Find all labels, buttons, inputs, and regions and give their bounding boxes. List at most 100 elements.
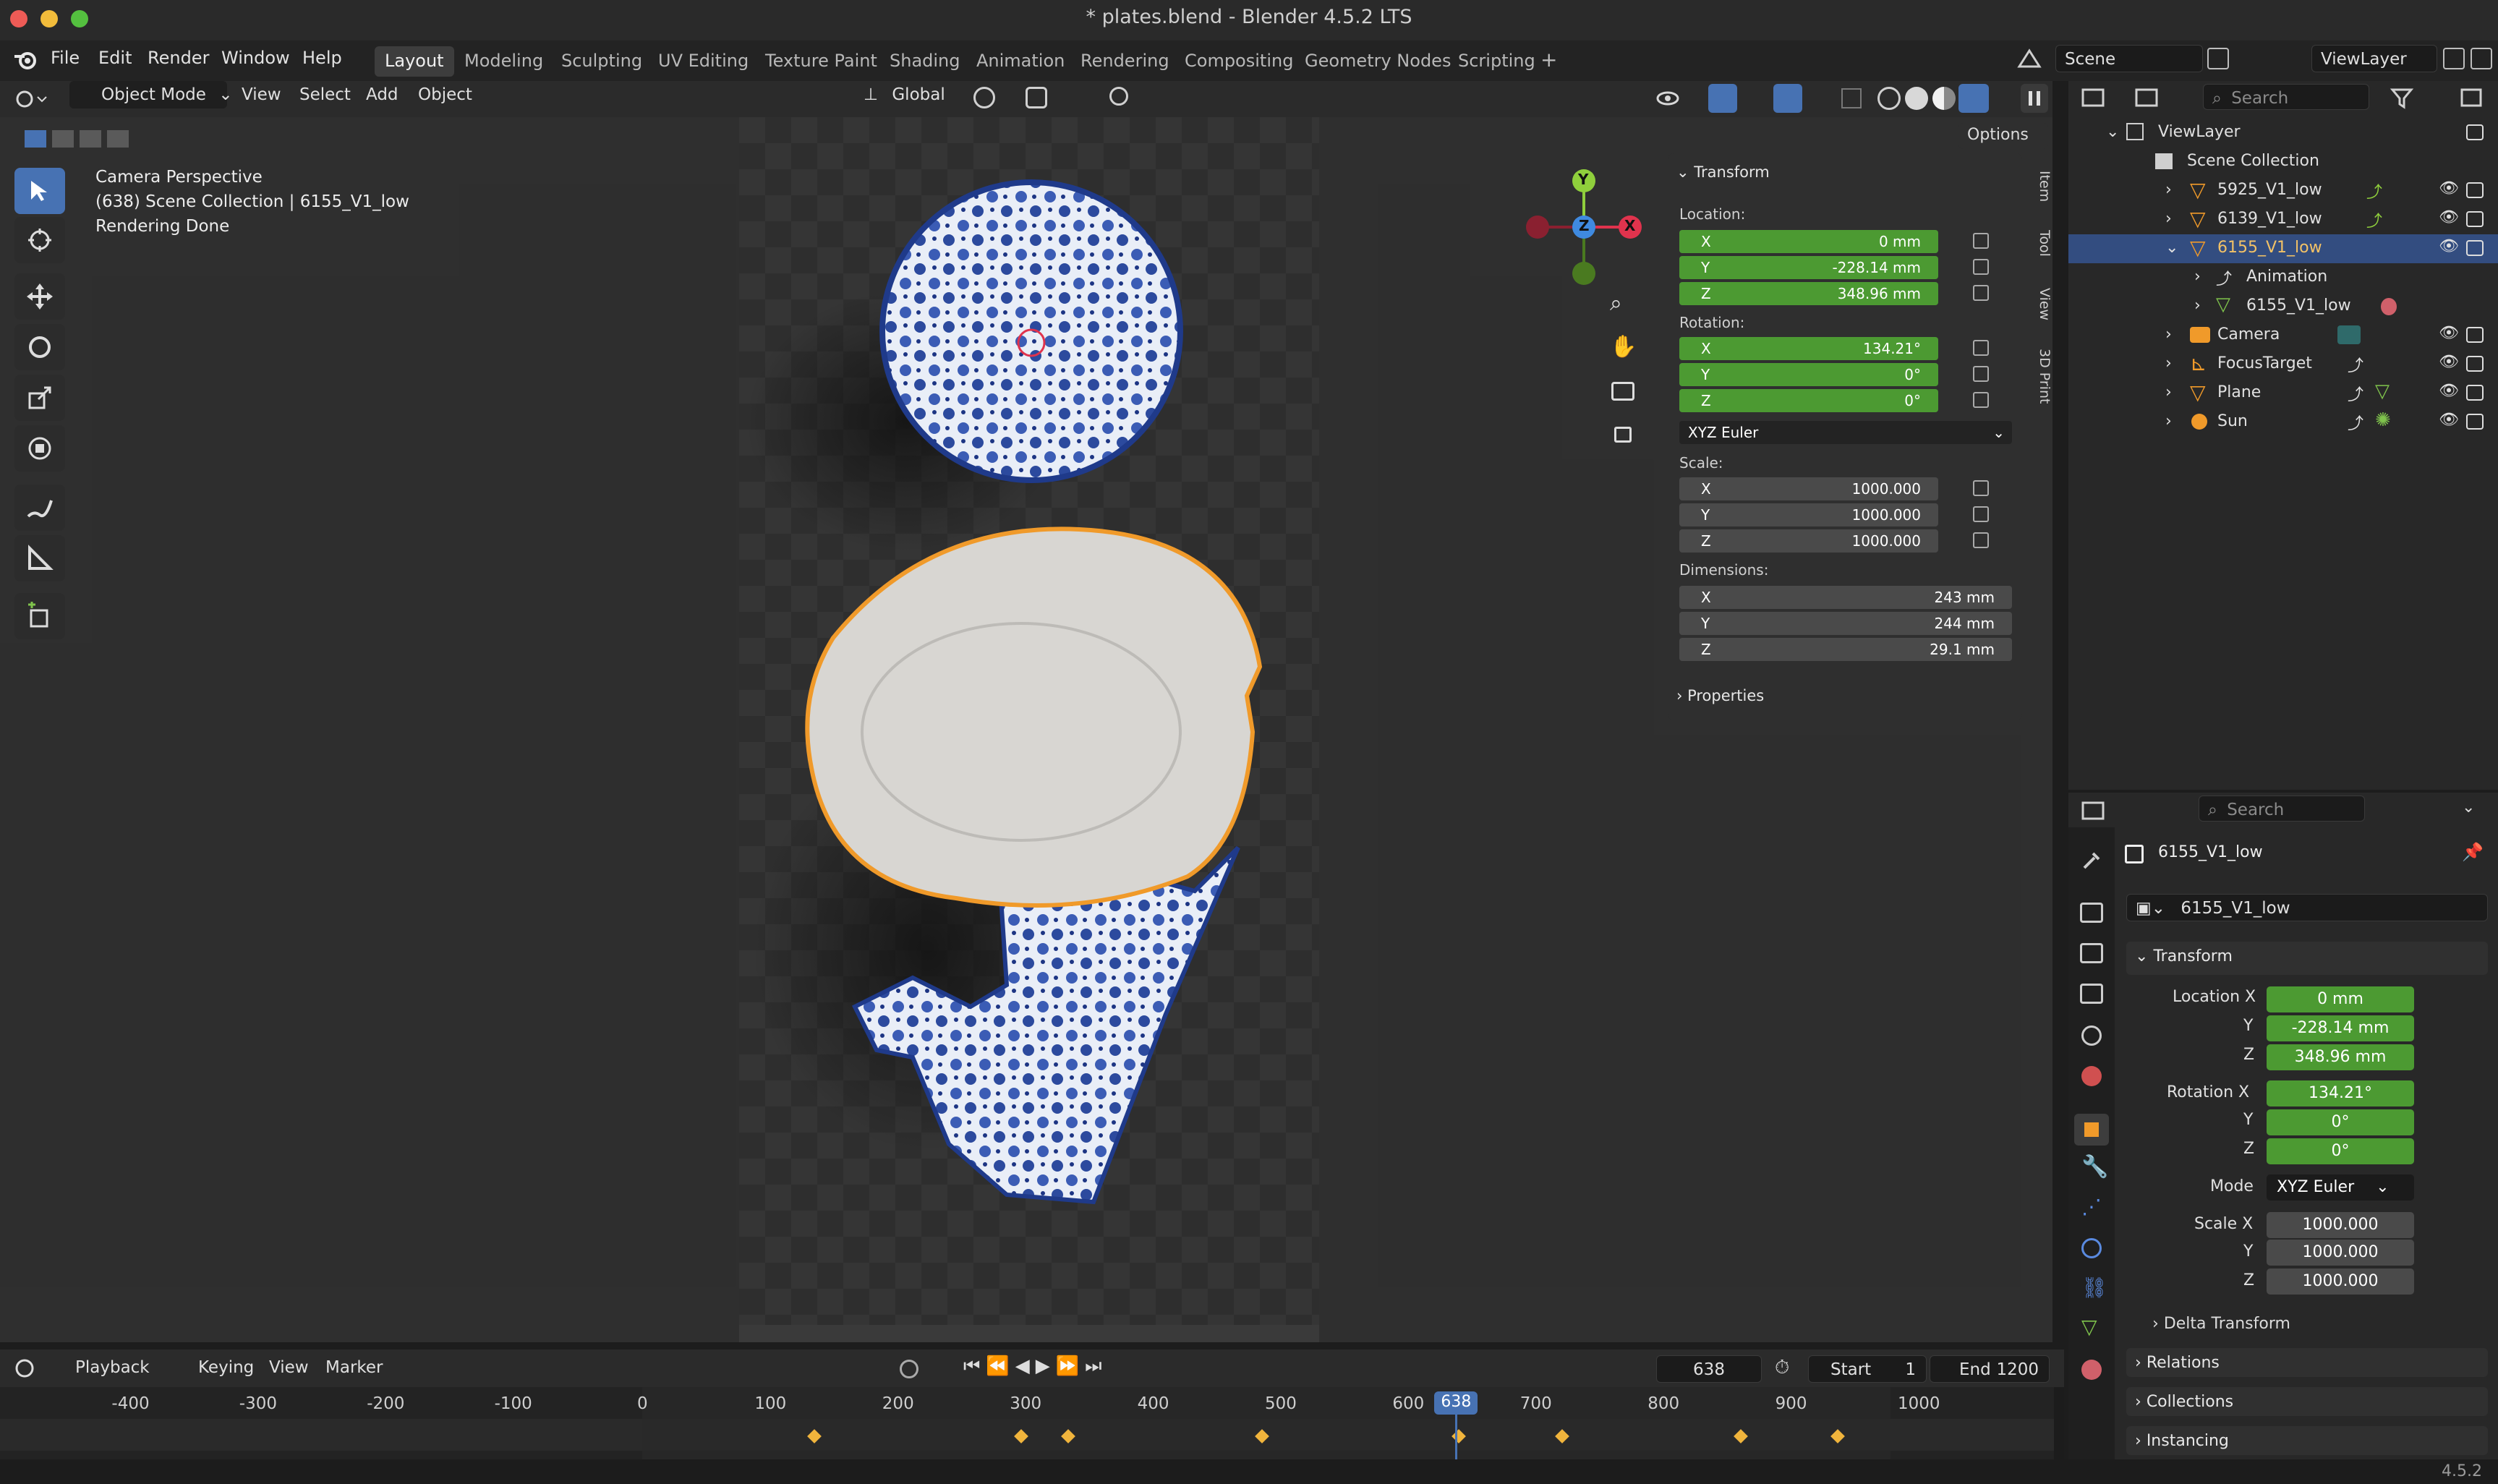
tab-texture-paint[interactable]: Texture Paint — [755, 46, 887, 77]
snap-icon[interactable] — [1026, 87, 1047, 108]
object-tab-icon[interactable] — [2074, 1114, 2109, 1146]
camera-render-icon[interactable] — [2466, 414, 2484, 430]
start-frame-field[interactable]: Start 1 — [1808, 1355, 1927, 1383]
select-mode-buttons[interactable] — [22, 127, 137, 149]
current-frame-field[interactable]: 638 — [1656, 1355, 1762, 1383]
view-layer-field[interactable]: ViewLayer — [2311, 45, 2437, 72]
outliner-row-plane[interactable]: › ▽ Plane ⤴ ▽ 👁 — [2068, 379, 2498, 408]
tab-uv-editing[interactable]: UV Editing — [648, 46, 759, 77]
menu-window[interactable]: Window — [221, 48, 290, 68]
prop-location-x-field[interactable]: 0 mm — [2267, 986, 2414, 1012]
pivot-point-icon[interactable] — [973, 87, 995, 108]
sidetab-view[interactable]: View — [2032, 288, 2052, 320]
tab-geometry-nodes[interactable]: Geometry Nodes — [1295, 46, 1461, 77]
prop-scale-z-field[interactable]: 1000.000 — [2267, 1268, 2414, 1295]
playback-controls[interactable]: ⏮⏪◀▶⏩⏭ — [963, 1355, 1108, 1378]
tool-annotate[interactable] — [14, 485, 65, 531]
tab-layout[interactable]: Layout — [375, 46, 454, 77]
outliner-row-sun[interactable]: › Sun ⤴ ✺ 👁 — [2068, 408, 2498, 437]
menu-select[interactable]: Select — [292, 81, 358, 108]
lock-icon[interactable] — [1973, 285, 1989, 301]
tab-compositing[interactable]: Compositing — [1175, 46, 1303, 77]
eye-icon[interactable]: 👁 — [2439, 353, 2459, 371]
outliner-row-focustarget[interactable]: › ⊾ FocusTarget ⤴ 👁 — [2068, 350, 2498, 379]
tab-modeling[interactable]: Modeling — [454, 46, 553, 77]
material-tab-icon[interactable] — [2081, 1360, 2102, 1380]
menu-render[interactable]: Render — [148, 48, 209, 68]
render-tab-icon[interactable] — [2080, 903, 2103, 923]
menu-timeline-view[interactable]: View — [262, 1354, 316, 1381]
camera-render-icon[interactable] — [2466, 124, 2484, 140]
end-frame-field[interactable]: End 1200 — [1930, 1355, 2050, 1383]
location-z-field[interactable]: Z 348.96 mm — [1679, 282, 1938, 305]
lock-icon[interactable] — [1973, 233, 1989, 249]
prop-location-z-field[interactable]: 348.96 mm — [2267, 1044, 2414, 1070]
outliner-row-viewlayer[interactable]: ⌄ ViewLayer — [2068, 119, 2498, 148]
pin-icon[interactable]: 📌 — [2462, 842, 2484, 862]
prop-rotation-x-field[interactable]: 134.21° — [2267, 1080, 2414, 1106]
outliner-row-mesh-data[interactable]: › ▽ 6155_V1_low — [2068, 292, 2498, 321]
visibility-icon[interactable] — [1655, 85, 1681, 111]
material-shading-icon[interactable] — [1932, 87, 1956, 110]
collections-section-header[interactable]: › Collections — [2126, 1387, 2488, 1416]
constraints-tab-icon[interactable]: ⛓ — [2081, 1276, 2107, 1300]
physics-tab-icon[interactable] — [2081, 1238, 2102, 1258]
tool-transform[interactable] — [14, 425, 65, 472]
chevron-down-icon[interactable]: ⌄ — [2462, 798, 2475, 816]
tool-scale[interactable] — [14, 375, 65, 421]
sidetab-3d-print[interactable]: 3D Print — [2032, 349, 2052, 404]
prop-scale-x-field[interactable]: 1000.000 — [2267, 1212, 2414, 1238]
object-mode-dropdown[interactable]: Object Mode ⌄ — [69, 81, 232, 108]
lock-icon[interactable] — [1973, 532, 1989, 548]
outliner-row-camera[interactable]: › Camera 👁 — [2068, 321, 2498, 350]
tool-measure[interactable] — [14, 535, 65, 581]
camera-render-icon[interactable] — [2466, 182, 2484, 198]
prop-rotation-y-field[interactable]: 0° — [2267, 1109, 2414, 1135]
auto-keying-icon[interactable] — [900, 1360, 918, 1378]
object-datablock-field[interactable]: ▣⌄ 6155_V1_low — [2126, 894, 2488, 921]
prop-scale-y-field[interactable]: 1000.000 — [2267, 1240, 2414, 1266]
npanel-properties-header[interactable]: › Properties — [1676, 687, 1764, 704]
tool-add-cube[interactable] — [14, 593, 65, 639]
lock-icon[interactable] — [1973, 366, 1989, 382]
tab-animation[interactable]: Animation — [966, 46, 1075, 77]
options-dropdown[interactable]: Options — [1958, 123, 2048, 149]
menu-view[interactable]: View — [234, 81, 289, 108]
tab-rendering[interactable]: Rendering — [1070, 46, 1180, 77]
outliner-row-5925[interactable]: › ▽ 5925_V1_low ⤴ 👁 — [2068, 176, 2498, 205]
eye-icon[interactable]: 👁 — [2439, 208, 2459, 226]
tool-rotate[interactable] — [14, 324, 65, 370]
scale-z-field[interactable]: Z 1000.000 — [1679, 529, 1938, 553]
zoom-icon[interactable]: ⌕ — [1610, 291, 1622, 316]
location-y-field[interactable]: Y -228.14 mm — [1679, 256, 1938, 279]
relations-section-header[interactable]: › Relations — [2126, 1348, 2488, 1377]
menu-keying[interactable]: Keying — [191, 1354, 261, 1381]
rendered-shading-icon[interactable] — [1958, 84, 1989, 113]
playhead-line[interactable] — [1455, 1407, 1458, 1459]
menu-object[interactable]: Object — [411, 81, 479, 108]
rotation-y-field[interactable]: Y 0° — [1679, 363, 1938, 386]
tool-cursor[interactable] — [14, 217, 65, 263]
lock-icon[interactable] — [1973, 259, 1989, 275]
outliner-editor-type-icon[interactable] — [2080, 85, 2131, 110]
outliner-search-input[interactable]: ⌕ Search — [2203, 84, 2369, 110]
view-layer-tab-icon[interactable] — [2080, 984, 2103, 1004]
pause-render-icon[interactable] — [2021, 84, 2048, 113]
menu-edit[interactable]: Edit — [98, 48, 132, 68]
scale-x-field[interactable]: X 1000.000 — [1679, 477, 1938, 500]
tab-scripting[interactable]: Scripting — [1448, 46, 1546, 77]
plate-6155-selected[interactable] — [805, 526, 1263, 908]
transform-section-header[interactable]: ⌄ Transform — [2126, 942, 2488, 975]
instancing-section-header[interactable]: › Instancing — [2126, 1426, 2488, 1455]
camera-render-icon[interactable] — [2466, 356, 2484, 372]
scene-name-field[interactable]: Scene — [2055, 45, 2203, 72]
overlays-toggle-icon[interactable] — [1773, 84, 1802, 113]
scene-tab-icon[interactable] — [2081, 1025, 2102, 1046]
properties-search-input[interactable]: ⌕ Search — [2199, 796, 2365, 822]
prop-rotation-z-field[interactable]: 0° — [2267, 1138, 2414, 1164]
editor-type-icon[interactable] — [13, 85, 51, 113]
prop-location-y-field[interactable]: -228.14 mm — [2267, 1015, 2414, 1041]
scale-y-field[interactable]: Y 1000.000 — [1679, 503, 1938, 526]
sidetab-item[interactable]: Item — [2032, 171, 2052, 202]
camera-render-icon[interactable] — [2466, 240, 2484, 256]
